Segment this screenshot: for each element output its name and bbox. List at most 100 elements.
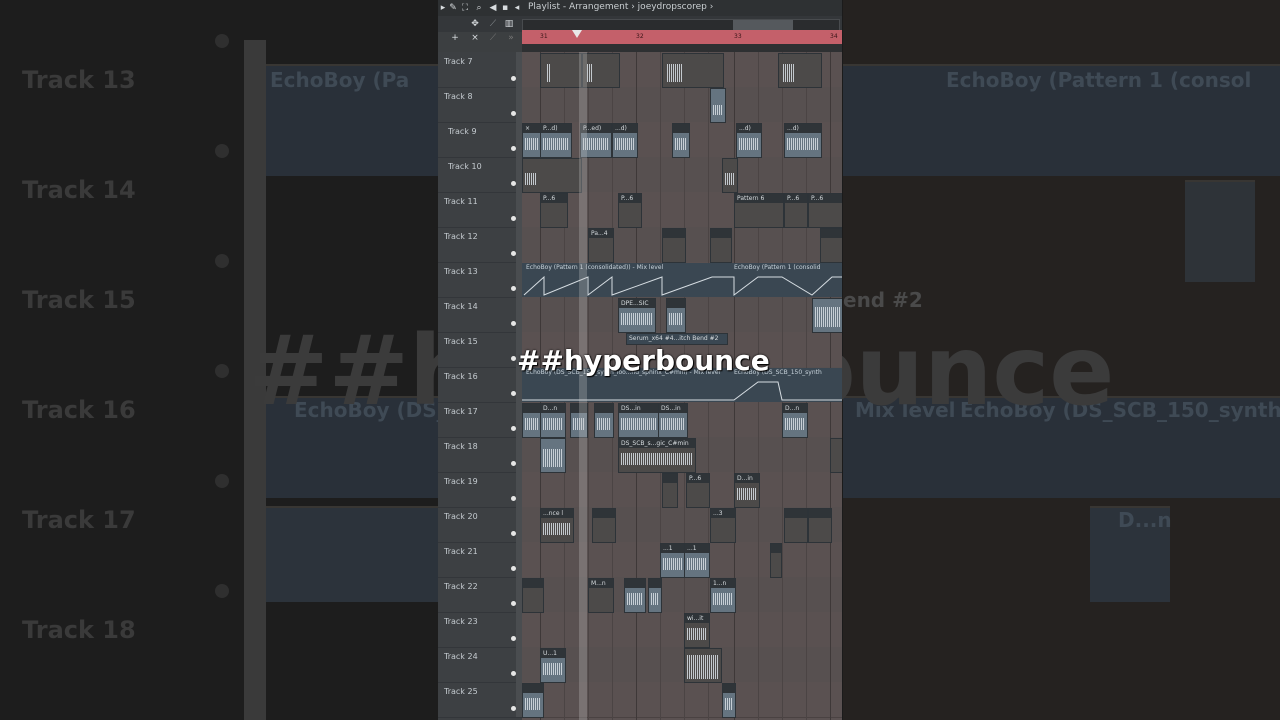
slice-icon[interactable]: ⟋ bbox=[488, 18, 498, 30]
pattern-clip[interactable] bbox=[722, 158, 738, 193]
audio-clip[interactable]: ...3 bbox=[710, 508, 736, 543]
track-header[interactable]: Track 10 bbox=[438, 157, 522, 193]
audio-clip[interactable]: D...n bbox=[782, 403, 808, 438]
speaker-icon[interactable]: ◀ bbox=[488, 2, 498, 14]
pattern-clip[interactable]: P...6 bbox=[540, 193, 568, 228]
audio-clip[interactable]: ...nce l bbox=[540, 508, 574, 543]
track-header[interactable]: Track 14 bbox=[438, 297, 522, 333]
audio-clip[interactable] bbox=[770, 543, 782, 578]
pattern-clip[interactable] bbox=[522, 158, 582, 193]
track-header[interactable]: Track 9 bbox=[438, 122, 522, 158]
pattern-clip[interactable]: P...6 bbox=[686, 473, 710, 508]
overview-strip bbox=[522, 44, 842, 52]
expand-icon[interactable]: » bbox=[506, 32, 516, 44]
audio-clip[interactable]: ...1 bbox=[684, 543, 710, 578]
track-header[interactable]: Track 22 bbox=[438, 577, 522, 613]
audio-clip[interactable] bbox=[830, 438, 842, 473]
track-header[interactable]: Track 20 bbox=[438, 507, 522, 543]
audio-clip[interactable]: DS...in bbox=[618, 403, 660, 438]
pattern-clip[interactable]: P...6 bbox=[808, 193, 842, 228]
arrow-icon[interactable]: ▸ bbox=[438, 2, 448, 14]
delete-icon[interactable]: × bbox=[470, 32, 480, 44]
track-row[interactable] bbox=[522, 647, 842, 683]
pattern-clip[interactable] bbox=[582, 53, 620, 88]
scrollbar-thumb[interactable] bbox=[733, 20, 793, 30]
speaker-small-icon[interactable]: ◂ bbox=[512, 2, 522, 14]
track-header[interactable]: Track 12 bbox=[438, 227, 522, 263]
audio-clip[interactable] bbox=[710, 88, 726, 123]
audio-clip[interactable]: D...in bbox=[734, 473, 760, 508]
playlist-grid[interactable]: × P...d) P...ed) ...d) ...d) ...d) P...6… bbox=[522, 52, 842, 720]
track-header[interactable]: Track 8 bbox=[438, 87, 522, 123]
track-header[interactable]: Track 7 bbox=[438, 52, 522, 88]
track-row[interactable] bbox=[522, 87, 842, 123]
add-track-icon[interactable]: + bbox=[450, 32, 460, 44]
automation-clip[interactable]: EchoBoy (Pattern 1 (consolidated)) - Mix… bbox=[522, 263, 842, 297]
audio-clip[interactable] bbox=[666, 298, 686, 333]
pattern-clip[interactable] bbox=[540, 53, 582, 88]
pattern-clip[interactable]: P...6 bbox=[784, 193, 808, 228]
audio-clip[interactable] bbox=[648, 578, 662, 613]
audio-clip[interactable]: DS_SCB_s...gic_C#min bbox=[618, 438, 696, 473]
zoom-icon[interactable]: ⌕ bbox=[474, 2, 484, 14]
track-header[interactable]: Track 13 bbox=[438, 262, 522, 298]
audio-clip[interactable] bbox=[522, 403, 542, 438]
audio-clip[interactable]: ...d) bbox=[784, 123, 822, 158]
audio-clip[interactable] bbox=[522, 578, 544, 613]
pattern-clip[interactable] bbox=[662, 53, 724, 88]
track-row[interactable] bbox=[522, 577, 842, 613]
track-header[interactable]: Track 25 bbox=[438, 682, 522, 718]
pattern-clip[interactable] bbox=[710, 228, 732, 263]
audio-clip[interactable] bbox=[684, 648, 722, 683]
audio-clip[interactable] bbox=[522, 683, 544, 718]
select-icon[interactable]: ⛶ bbox=[460, 2, 470, 14]
audio-clip[interactable]: ...d) bbox=[612, 123, 638, 158]
audio-clip[interactable] bbox=[672, 123, 690, 158]
menu-icon[interactable]: ▪ bbox=[500, 2, 510, 14]
track-row[interactable] bbox=[522, 682, 842, 718]
track-header[interactable]: Track 19 bbox=[438, 472, 522, 508]
audio-clip[interactable]: M...n bbox=[588, 578, 614, 613]
track-header[interactable]: Track 11 bbox=[438, 192, 522, 228]
track-header[interactable]: Track 15 bbox=[438, 332, 522, 368]
pencil-icon[interactable]: ✎ bbox=[448, 2, 458, 14]
audio-clip[interactable] bbox=[624, 578, 646, 613]
track-row[interactable] bbox=[522, 472, 842, 508]
pattern-clip[interactable]: P...6 bbox=[618, 193, 642, 228]
audio-clip[interactable]: DPE...SIC bbox=[618, 298, 656, 333]
pattern-clip[interactable]: Pa...4 bbox=[588, 228, 614, 263]
track-header[interactable]: Track 16 bbox=[438, 367, 522, 403]
audio-clip[interactable] bbox=[592, 508, 616, 543]
track-header[interactable]: Track 24 bbox=[438, 647, 522, 683]
audio-clip[interactable]: P...d) bbox=[540, 123, 572, 158]
audio-clip[interactable]: U...1 bbox=[540, 648, 566, 683]
grid-icon[interactable]: ▥ bbox=[504, 18, 514, 30]
audio-clip[interactable] bbox=[594, 403, 614, 438]
audio-clip[interactable] bbox=[722, 683, 736, 718]
playhead-marker[interactable] bbox=[572, 30, 582, 38]
pattern-clip[interactable]: Pattern 6 bbox=[734, 193, 784, 228]
track-header[interactable]: Track 21 bbox=[438, 542, 522, 578]
audio-clip[interactable]: DS...in bbox=[658, 403, 688, 438]
pattern-clip[interactable] bbox=[662, 473, 678, 508]
track-row[interactable] bbox=[522, 612, 842, 648]
audio-clip[interactable]: wi...it bbox=[684, 613, 710, 648]
track-header[interactable]: Track 23 bbox=[438, 612, 522, 648]
audio-clip[interactable] bbox=[808, 508, 832, 543]
audio-clip[interactable]: ...1 bbox=[660, 543, 686, 578]
audio-clip[interactable] bbox=[812, 298, 842, 333]
track-header[interactable]: Track 17 bbox=[438, 402, 522, 438]
audio-clip[interactable]: ...d) bbox=[736, 123, 762, 158]
audio-clip[interactable]: 1...n bbox=[710, 578, 736, 613]
audio-clip[interactable] bbox=[540, 438, 566, 473]
pattern-clip[interactable] bbox=[778, 53, 822, 88]
track-header[interactable]: Track 18 bbox=[438, 437, 522, 473]
pattern-clip[interactable] bbox=[662, 228, 686, 263]
link-icon[interactable]: ⟋ bbox=[488, 32, 498, 44]
audio-clip[interactable] bbox=[784, 508, 808, 543]
pattern-clip[interactable] bbox=[820, 228, 842, 263]
audio-clip[interactable]: D...n bbox=[540, 403, 566, 438]
audio-clip[interactable]: × bbox=[522, 123, 542, 158]
move-icon[interactable]: ✥ bbox=[470, 18, 480, 30]
timeline-ruler[interactable]: 31 32 33 34 bbox=[522, 30, 842, 45]
